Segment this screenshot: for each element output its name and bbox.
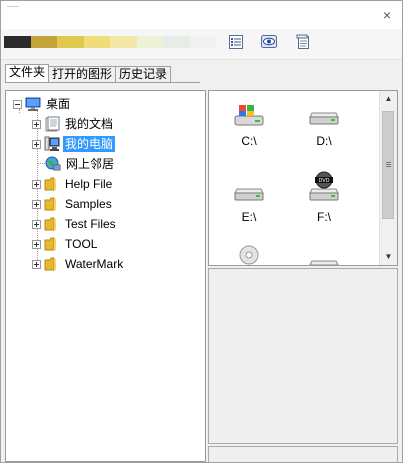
tree-label: Test Files [65, 217, 116, 231]
drive-label: C:\ [241, 134, 257, 148]
eye-preview-icon [261, 35, 277, 48]
scroll-up-arrow[interactable]: ▲ [380, 91, 397, 107]
tree-label: 我的电脑 [63, 136, 116, 152]
scroll-thumb[interactable] [382, 111, 394, 219]
close-button[interactable]: × [378, 6, 396, 24]
color-swatch [57, 36, 84, 48]
expand-toggle[interactable] [32, 179, 41, 189]
tree-item-my-documents[interactable]: 我的文档 [32, 115, 115, 133]
drive-item-f[interactable]: DVD F:\ [294, 171, 354, 224]
folder-icon [44, 197, 56, 211]
tab-divider [5, 82, 200, 83]
preview-button[interactable] [259, 32, 279, 52]
document-icon [296, 34, 309, 49]
title-bar: × [1, 1, 402, 29]
my-documents-icon [45, 116, 60, 132]
tree-label: Samples [65, 197, 112, 211]
tree-label: WaterMark [65, 257, 124, 271]
tree-label: TOOL [65, 237, 98, 251]
drive-item-partial-cd[interactable] [219, 243, 279, 265]
tree-item-help-file[interactable]: Help File [32, 175, 114, 193]
tree-label: Help File [65, 177, 113, 191]
hard-drive-icon [309, 260, 339, 265]
collapse-toggle[interactable] [13, 99, 22, 109]
color-swatch [30, 36, 57, 48]
tree-item-test-files[interactable]: Test Files [32, 215, 118, 233]
scroll-grip [386, 164, 391, 165]
scroll-grip [386, 166, 391, 167]
color-swatch [136, 36, 163, 48]
tab-open-drawings[interactable]: 打开的图形 [48, 66, 117, 82]
color-swatch [163, 36, 190, 48]
drive-item-e[interactable]: E:\ [219, 179, 279, 224]
tab-history[interactable]: 历史记录 [115, 66, 172, 82]
right-panel: C:\ D:\ E:\ DVD F:\ ▲ ▼ [208, 90, 400, 462]
folder-icon [44, 177, 56, 191]
tree-label: 我的文档 [65, 117, 114, 131]
color-swatch [4, 36, 31, 48]
file-browser-window: × 文件夹 打开的图形 历史记录 桌面 我的文档 我的电脑 网上邻居 Help … [0, 0, 403, 463]
tree-connector [37, 163, 45, 164]
scroll-down-arrow[interactable]: ▼ [380, 249, 397, 265]
toolbar [1, 29, 402, 60]
cd-drive-icon [239, 245, 259, 265]
tab-folders[interactable]: 文件夹 [5, 64, 50, 82]
network-icon [45, 156, 61, 171]
tree-item-desktop[interactable]: 桌面 [13, 95, 72, 113]
folder-icon [44, 257, 56, 271]
tree-item-tool[interactable]: TOOL [32, 235, 99, 253]
list-view-icon [229, 35, 243, 49]
expand-toggle[interactable] [32, 239, 41, 249]
list-view-button[interactable] [226, 32, 246, 52]
drive-list: C:\ D:\ E:\ DVD F:\ ▲ ▼ [208, 90, 398, 266]
tab-strip: 文件夹 打开的图形 历史记录 [5, 64, 172, 82]
drive-list-scrollbar[interactable]: ▲ ▼ [379, 91, 397, 265]
color-strip [4, 36, 216, 48]
folder-icon [44, 217, 56, 231]
tree-label: 网上邻居 [66, 157, 115, 171]
title-decoration [7, 6, 19, 7]
drive-item-partial[interactable] [294, 251, 354, 265]
drive-label: D:\ [316, 134, 332, 148]
scroll-grip [386, 162, 391, 163]
drive-label: E:\ [241, 210, 257, 224]
drive-label: F:\ [317, 210, 331, 224]
tree-item-network[interactable]: 网上邻居 [45, 155, 116, 173]
folder-tree: 桌面 我的文档 我的电脑 网上邻居 Help File Samples Test… [5, 90, 206, 462]
desktop-icon [25, 97, 41, 111]
expand-toggle[interactable] [32, 199, 41, 209]
system-drive-icon [234, 105, 264, 126]
folder-icon [44, 237, 56, 251]
expand-toggle[interactable] [32, 259, 41, 269]
expand-toggle[interactable] [32, 139, 41, 149]
svg-text:DVD: DVD [318, 178, 329, 184]
drive-item-c[interactable]: C:\ [219, 103, 279, 148]
expand-toggle[interactable] [32, 219, 41, 229]
hard-drive-icon [234, 188, 264, 201]
drive-item-d[interactable]: D:\ [294, 103, 354, 148]
document-button[interactable] [293, 32, 313, 52]
preview-pane [208, 268, 398, 444]
tree-item-watermark[interactable]: WaterMark [32, 255, 125, 273]
tree-item-my-computer[interactable]: 我的电脑 [32, 135, 116, 153]
expand-toggle[interactable] [32, 119, 41, 129]
tree-item-samples[interactable]: Samples [32, 195, 114, 213]
tree-label: 桌面 [46, 97, 71, 111]
hard-drive-icon [309, 112, 339, 125]
color-swatch [189, 36, 216, 48]
my-computer-icon [44, 136, 60, 151]
color-swatch [110, 36, 137, 48]
color-swatch [83, 36, 110, 48]
dvd-drive-icon: DVD [309, 171, 339, 201]
details-pane [208, 446, 398, 462]
